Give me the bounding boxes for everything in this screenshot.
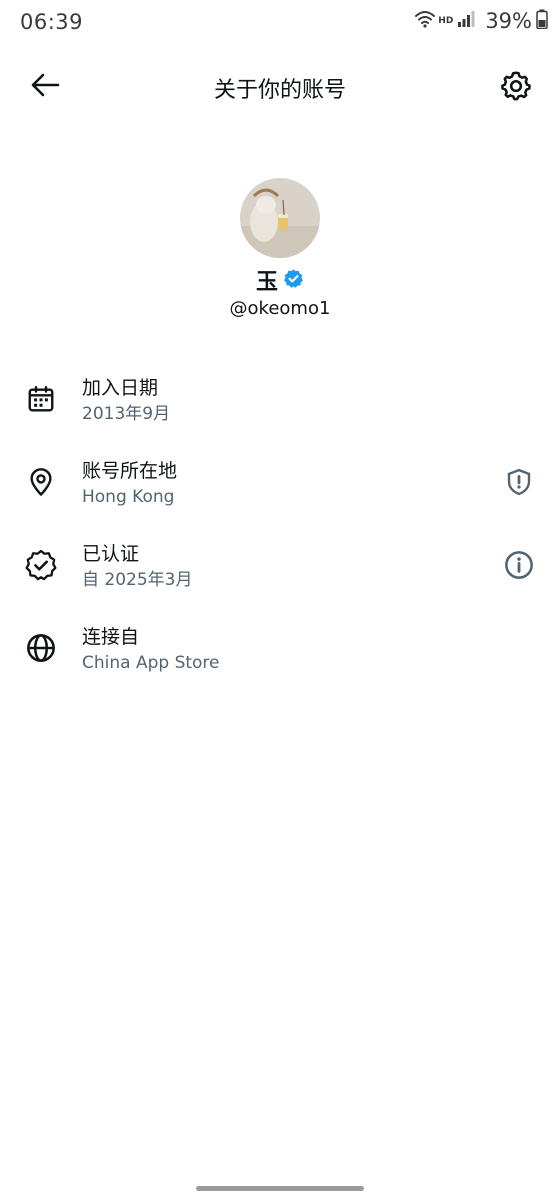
- row-text: 连接自 China App Store: [82, 624, 220, 676]
- globe-icon: [24, 631, 58, 665]
- network-label: HD: [438, 16, 454, 26]
- settings-button[interactable]: [494, 65, 538, 109]
- row-subtitle: Hong Kong: [82, 487, 175, 507]
- list-item-account-location: 账号所在地 Hong Kong: [0, 445, 560, 528]
- home-indicator[interactable]: [196, 1186, 364, 1191]
- profile-summary: 玉 @okeomo1: [0, 178, 560, 319]
- row-subtitle: 自 2025年3月: [82, 570, 193, 590]
- display-name: 玉: [255, 270, 278, 295]
- shield-alert-icon[interactable]: [502, 465, 536, 499]
- row-title: 加入日期: [82, 377, 159, 399]
- list-item-join-date: 加入日期 2013年9月: [0, 362, 560, 445]
- list-item-connected-from: 连接自 China App Store: [0, 611, 560, 694]
- wifi-icon: [414, 9, 436, 33]
- row-title: 账号所在地: [82, 460, 178, 482]
- name-row: 玉: [0, 264, 560, 296]
- row-title: 已认证: [82, 543, 140, 565]
- row-text: 账号所在地 Hong Kong: [82, 458, 177, 510]
- user-handle: @okeomo1: [229, 298, 331, 319]
- battery-icon: [536, 9, 548, 33]
- signal-icon: [457, 10, 475, 32]
- row-text: 已认证 自 2025年3月: [82, 541, 192, 593]
- row-title: 连接自: [82, 626, 140, 648]
- row-text: 加入日期 2013年9月: [82, 375, 170, 427]
- status-icons: HD 39%: [414, 9, 548, 33]
- row-subtitle: China App Store: [82, 653, 220, 673]
- calendar-icon: [24, 382, 58, 416]
- info-icon[interactable]: [502, 548, 536, 582]
- header: 关于你的账号: [0, 56, 560, 118]
- list-item-verified: 已认证 自 2025年3月: [0, 528, 560, 611]
- avatar[interactable]: [240, 178, 320, 258]
- location-pin-icon: [24, 465, 58, 499]
- status-time: 06:39: [20, 10, 84, 34]
- status-bar: 06:39 HD 39%: [0, 0, 560, 48]
- gear-icon: [500, 69, 532, 105]
- verified-badge-icon[interactable]: [283, 268, 304, 293]
- verified-outline-icon: [24, 548, 58, 582]
- row-subtitle: 2013年9月: [82, 404, 171, 424]
- battery-percent: 39%: [485, 9, 532, 33]
- page-title: 关于你的账号: [213, 78, 346, 103]
- account-info-list: 加入日期 2013年9月 账号所在地 Hong Kong 已认证 自 2025年…: [0, 362, 560, 694]
